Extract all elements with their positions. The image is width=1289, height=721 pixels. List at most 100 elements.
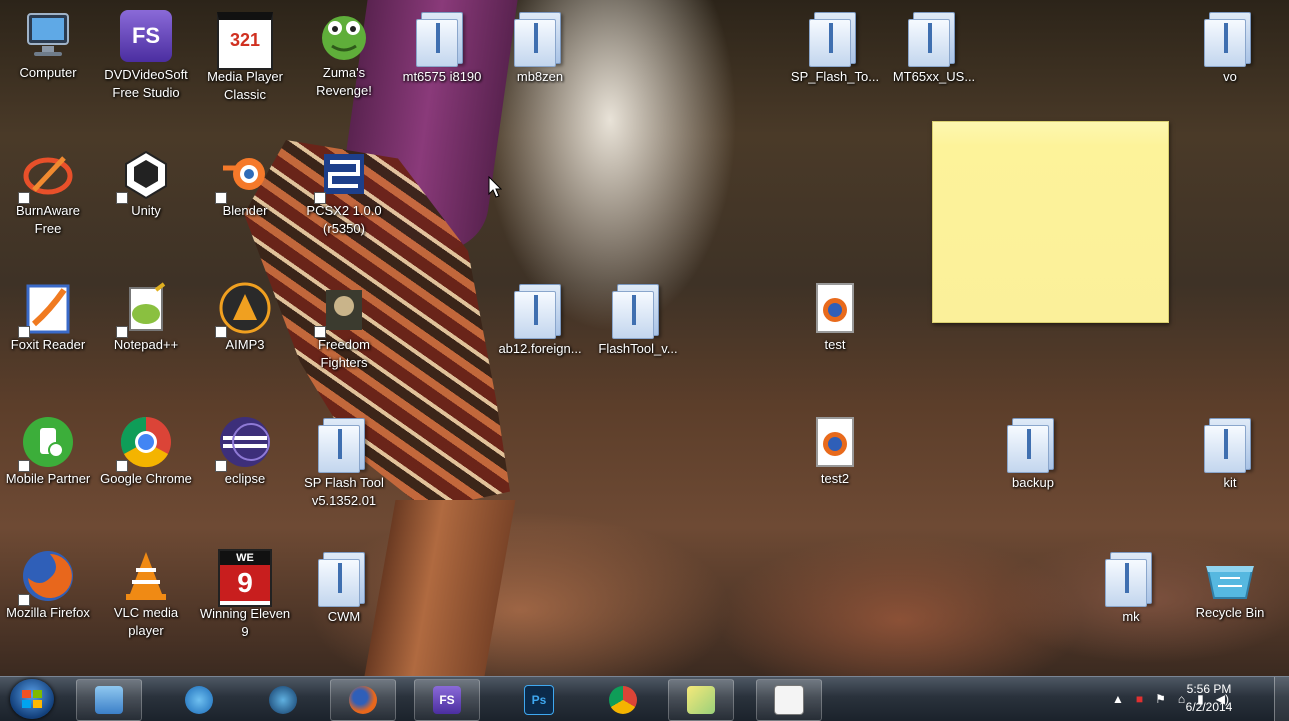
desktop-icon-label: Media Player Classic: [207, 69, 283, 102]
desktop-icon-notepad-plus-plus[interactable]: Notepad++: [98, 280, 194, 354]
explorer-folders-icon: [95, 686, 123, 714]
taskbar-notepadpp-button[interactable]: [756, 679, 822, 721]
desktop-icon-eclipse[interactable]: eclipse: [197, 414, 293, 488]
desktop-icon-label: VLC media player: [113, 605, 179, 638]
desktop-folder-kit[interactable]: kit: [1182, 414, 1278, 492]
desktop-icon-label: backup: [1012, 475, 1054, 490]
desktop-icon-label: Recycle Bin: [1195, 605, 1265, 620]
desktop-icon-label: Mozilla Firefox: [6, 605, 90, 620]
taskbar-ie-button[interactable]: [166, 679, 232, 721]
taskbar-clock[interactable]: 5:56 PM 6/2/2014: [1169, 680, 1249, 716]
notepad-plus-plus-icon: [116, 280, 174, 338]
desktop-icon-zumas-revenge[interactable]: Zuma's Revenge!: [296, 8, 392, 100]
desktop-icon-mobile-partner[interactable]: Mobile Partner: [0, 414, 96, 488]
notepad-plus-plus-icon: [774, 685, 804, 715]
show-hidden-icons-icon[interactable]: ▲: [1112, 692, 1124, 706]
desktop-folder-backup[interactable]: backup: [985, 414, 1081, 492]
folder-icon: [414, 12, 470, 68]
desktop-icon-media-player-classic[interactable]: 321 Media Player Classic: [197, 8, 293, 104]
desktop-icon-label: ab12.foreign...: [498, 341, 582, 356]
folder-icon: [512, 12, 568, 68]
desktop-icon-burnaware[interactable]: BurnAware Free: [0, 146, 96, 238]
desktop-folder-flashtool[interactable]: FlashTool_v...: [590, 280, 686, 358]
desktop-icon-label: eclipse: [224, 471, 266, 486]
desktop-icon-label: Freedom Fighters: [317, 337, 371, 370]
taskbar-firefox-button[interactable]: [330, 679, 396, 721]
foxit-reader-icon: [18, 280, 76, 338]
shortcut-arrow-icon: [314, 326, 326, 338]
shortcut-arrow-icon: [18, 594, 30, 606]
desktop-icon-label: mb8zen: [516, 69, 564, 84]
taskbar-photoshop-button[interactable]: Ps: [506, 679, 572, 721]
taskbar: FS Ps ▲ ■ ⚑ ⌂ ▮ ◀) 5:56 PM 6/2/2014: [0, 676, 1289, 721]
internet-explorer-icon: [185, 686, 213, 714]
folder-icon: [316, 418, 372, 474]
blender-icon: [215, 146, 273, 204]
desktop-icon-label: BurnAware Free: [15, 203, 81, 236]
desktop-icon-label: Computer: [19, 65, 77, 80]
clock-date: 6/2/2014: [1185, 700, 1233, 714]
desktop-icon-label: FlashTool_v...: [598, 341, 678, 356]
desktop-folder-mk[interactable]: mk: [1083, 548, 1179, 626]
desktop-icon-vlc[interactable]: VLC media player: [98, 548, 194, 640]
taskbar-chrome-button[interactable]: [590, 679, 656, 721]
taskbar-freestudio-button[interactable]: FS: [414, 679, 480, 721]
desktop-icon-blender[interactable]: Blender: [197, 146, 293, 220]
shortcut-arrow-icon: [18, 192, 30, 204]
desktop-folder-ab12-foreign[interactable]: ab12.foreign...: [492, 280, 588, 358]
desktop-folder-sp-flash-tool[interactable]: SP Flash Tool v5.1352.01: [296, 414, 392, 510]
desktop-icon-aimp3[interactable]: AIMP3: [197, 280, 293, 354]
recycle-bin-icon: [1202, 548, 1258, 604]
windows-logo-icon: [22, 690, 42, 708]
show-desktop-button[interactable]: [1274, 677, 1289, 721]
taskbar-explorer-button[interactable]: [76, 679, 142, 721]
desktop-folder-mb8zen[interactable]: mb8zen: [492, 8, 588, 86]
folder-icon: [1103, 552, 1159, 608]
desktop-icon-dvdvideosoft[interactable]: FS DVDVideoSoft Free Studio: [98, 8, 194, 102]
chrome-icon: [609, 686, 637, 714]
folder-icon: [906, 12, 962, 68]
desktop-icon-foxit-reader[interactable]: Foxit Reader: [0, 280, 96, 354]
desktop-icon-label: MT65xx_US...: [892, 69, 976, 84]
antivirus-shield-icon[interactable]: ■: [1136, 692, 1143, 706]
desktop-icon-mozilla-firefox[interactable]: Mozilla Firefox: [0, 548, 96, 622]
desktop-folder-sp-flash-to[interactable]: SP_Flash_To...: [787, 8, 883, 86]
start-button[interactable]: [10, 679, 54, 719]
desktop-icon-computer[interactable]: Computer: [0, 8, 96, 82]
desktop-folder-vo[interactable]: vo: [1182, 8, 1278, 86]
desktop-file-test2[interactable]: test2: [787, 414, 883, 488]
desktop-folder-mt6575[interactable]: mt6575 i8190: [394, 8, 490, 86]
desktop-folder-cwm[interactable]: CWM: [296, 548, 392, 626]
desktop-folder-mt65xx[interactable]: MT65xx_US...: [886, 8, 982, 86]
dvdvideosoft-icon: FS: [118, 10, 174, 66]
action-center-flag-icon[interactable]: ⚑: [1155, 692, 1166, 706]
aimp3-icon: [215, 280, 273, 338]
sticky-note[interactable]: [932, 121, 1169, 323]
desktop-icon-label: Unity: [131, 203, 161, 218]
winning-eleven-icon: WE 9: [217, 549, 273, 607]
firefox-document-icon: [807, 414, 863, 470]
taskbar-media-button[interactable]: [250, 679, 316, 721]
folder-icon: [1005, 418, 1061, 474]
desktop[interactable]: Computer FS DVDVideoSoft Free Studio 321…: [0, 0, 1289, 676]
folder-icon: [807, 12, 863, 68]
desktop-icon-google-chrome[interactable]: Google Chrome: [98, 414, 194, 488]
clock-time: 5:56 PM: [1186, 682, 1232, 696]
eclipse-icon: [215, 414, 273, 472]
desktop-icon-recycle-bin[interactable]: Recycle Bin: [1182, 548, 1278, 622]
desktop-icon-unity[interactable]: Unity: [98, 146, 194, 220]
desktop-icon-pcsx2[interactable]: PCSX2 1.0.0 (r5350): [296, 146, 392, 238]
desktop-file-test[interactable]: test: [787, 280, 883, 354]
taskbar-sticky-notes-button[interactable]: [668, 679, 734, 721]
folder-icon: [1202, 418, 1258, 474]
desktop-icon-winning-eleven-9[interactable]: WE 9 Winning Eleven 9: [197, 548, 293, 641]
dvdvideosoft-icon: FS: [433, 686, 461, 714]
shortcut-arrow-icon: [215, 326, 227, 338]
folder-icon: [1202, 12, 1258, 68]
desktop-icon-label: Google Chrome: [100, 471, 192, 486]
desktop-icon-freedom-fighters[interactable]: Freedom Fighters: [296, 280, 392, 372]
desktop-icon-label: Foxit Reader: [10, 337, 86, 352]
zuma-frog-icon: [316, 8, 372, 64]
photoshop-icon: Ps: [524, 685, 554, 715]
shortcut-arrow-icon: [215, 192, 227, 204]
